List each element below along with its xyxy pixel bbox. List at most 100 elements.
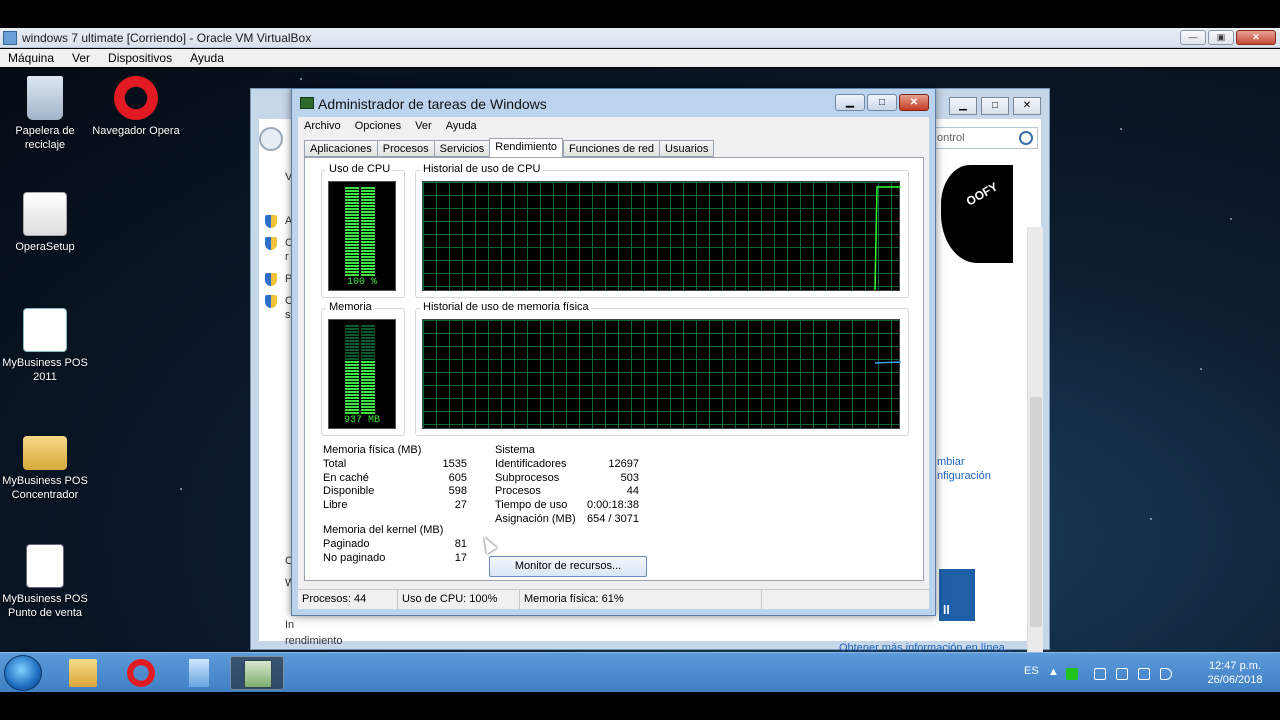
tm-close-button[interactable]: ✕ xyxy=(899,94,929,111)
vbox-minimize-button[interactable]: — xyxy=(1180,30,1206,45)
task-manager-window[interactable]: Administrador de tareas de Windows ▁ □ ✕… xyxy=(291,88,936,616)
meter-segment xyxy=(361,199,375,201)
meter-segment xyxy=(361,391,375,393)
vbox-menu-view[interactable]: Ver xyxy=(72,49,90,67)
back-icon[interactable] xyxy=(259,127,283,151)
bg-maximize-button[interactable]: □ xyxy=(981,97,1009,115)
tm-minimize-button[interactable]: ▁ xyxy=(835,94,865,111)
clock[interactable]: 12:47 p.m. 26/06/2018 xyxy=(1200,659,1270,687)
vbox-menu-devices[interactable]: Dispositivos xyxy=(108,49,172,67)
row-value: 503 xyxy=(620,471,639,484)
meter-segment xyxy=(361,202,375,204)
taskbar-opera[interactable] xyxy=(114,656,168,690)
flag-icon[interactable] xyxy=(1094,668,1106,680)
bg-link-change[interactable]: mbiar xyxy=(937,455,991,469)
language-indicator[interactable]: ES xyxy=(1024,665,1039,677)
tm-menu-file[interactable]: Archivo xyxy=(304,117,341,135)
table-row: En caché 605 xyxy=(323,472,467,486)
tab-processes[interactable]: Procesos xyxy=(376,140,434,157)
meter-segment xyxy=(345,262,359,264)
meter-segment xyxy=(345,193,359,195)
row-value: 17 xyxy=(454,551,467,564)
meter-segment xyxy=(345,253,359,255)
meter-segment xyxy=(361,250,375,252)
vbox-menu-machine[interactable]: Máquina xyxy=(8,49,54,67)
meter-segment xyxy=(345,403,359,405)
device-icon[interactable] xyxy=(1116,668,1128,680)
desktop-icon-opera-setup[interactable]: OperaSetup xyxy=(0,192,90,254)
tm-menu-help[interactable]: Ayuda xyxy=(446,117,477,135)
meter-segment xyxy=(345,397,359,399)
meter-segment xyxy=(345,274,359,276)
bg-more-info-link[interactable]: Obtener más información en línea... xyxy=(839,642,1014,652)
vbox-restore-button[interactable]: ▣ xyxy=(1208,30,1234,45)
bg-scroll-thumb[interactable] xyxy=(1030,397,1042,627)
desktop-icon-mybusiness-pos[interactable]: MyBusiness POS Punto de venta xyxy=(0,544,90,620)
meter-segment xyxy=(361,358,375,360)
tab-users[interactable]: Usuarios xyxy=(659,140,715,157)
meter-segment xyxy=(361,187,375,189)
meter-segment xyxy=(361,349,375,351)
taskbar-task-manager[interactable] xyxy=(230,656,284,690)
tm-menu-view[interactable]: Ver xyxy=(415,117,432,135)
status-cpu: Uso de CPU: 100% xyxy=(398,590,520,609)
row-value: 654 / 3071 xyxy=(587,512,639,525)
meter-segment xyxy=(345,217,359,219)
meter-segment xyxy=(345,355,359,357)
recycle-bin-icon xyxy=(27,76,63,120)
vbox-menu-help[interactable]: Ayuda xyxy=(190,49,224,67)
tab-applications[interactable]: Aplicaciones xyxy=(304,140,377,157)
tab-services[interactable]: Servicios xyxy=(433,140,490,157)
bg-search-input[interactable]: ontrol xyxy=(934,127,1038,149)
search-icon[interactable] xyxy=(1019,131,1033,145)
desktop-icon-mybusiness-concentrador[interactable]: MyBusiness POS Concentrador xyxy=(0,430,90,502)
resource-monitor-button[interactable]: Monitor de recursos... xyxy=(489,556,647,577)
bg-badge-image: ll xyxy=(939,569,975,621)
tray-expand-icon[interactable]: ▲ xyxy=(1048,666,1059,678)
memory-meter: 937 MB xyxy=(328,319,396,429)
volume-icon[interactable] xyxy=(1160,668,1172,680)
start-button[interactable] xyxy=(4,655,42,691)
network-icon[interactable] xyxy=(1138,668,1150,680)
desktop-icon-opera[interactable]: Navegador Opera xyxy=(91,76,181,138)
bg-scrollbar[interactable] xyxy=(1027,227,1043,652)
task-manager-titlebar[interactable]: Administrador de tareas de Windows ▁ □ ✕ xyxy=(292,89,935,117)
meter-segment xyxy=(345,373,359,375)
meter-segment xyxy=(345,370,359,372)
meter-segment xyxy=(345,325,359,327)
vbox-close-button[interactable]: ✕ xyxy=(1236,30,1276,45)
virtualbox-window-controls: — ▣ ✕ xyxy=(1180,30,1276,45)
clock-time: 12:47 p.m. xyxy=(1209,660,1261,672)
tm-statusbar: Procesos: 44 Uso de CPU: 100% Memoria fí… xyxy=(298,589,929,609)
meter-segment xyxy=(345,232,359,234)
meter-segment xyxy=(361,388,375,390)
meter-segment xyxy=(361,244,375,246)
virtualbox-titlebar: windows 7 ultimate [Corriendo] - Oracle … xyxy=(0,28,1280,48)
bg-link-config[interactable]: nfiguración xyxy=(937,469,991,483)
tm-menu-options[interactable]: Opciones xyxy=(355,117,401,135)
control-panel-icon xyxy=(189,659,209,687)
desktop-icon-mybusiness[interactable]: MyBusiness POS 2011 xyxy=(0,308,90,384)
meter-segment xyxy=(361,406,375,408)
meter-segment xyxy=(345,247,359,249)
poster-graphic: OOFY xyxy=(941,165,1013,263)
meter-segment xyxy=(345,256,359,258)
taskbar-explorer[interactable] xyxy=(56,656,110,690)
tab-performance[interactable]: Rendimiento xyxy=(489,138,564,157)
meter-segment xyxy=(361,229,375,231)
meter-segment xyxy=(361,403,375,405)
cpu-usage-value: 100 % xyxy=(346,277,377,288)
meter-segment xyxy=(361,382,375,384)
system-table: Identificadores 12697 Subprocesos 503 Proc… xyxy=(495,458,639,526)
tab-networking[interactable]: Funciones de red xyxy=(563,140,660,157)
desktop-icon-recycle-bin[interactable]: Papelera de reciclaje xyxy=(0,76,90,152)
bg-minimize-button[interactable]: ▁ xyxy=(949,97,977,115)
bg-search-text: ontrol xyxy=(937,132,965,144)
meter-segment xyxy=(345,364,359,366)
tm-maximize-button[interactable]: □ xyxy=(867,94,897,111)
virtualbox-app-icon xyxy=(3,31,17,45)
network-status-icon[interactable] xyxy=(1066,668,1078,680)
row-value: 598 xyxy=(448,485,467,498)
bg-close-button[interactable]: ✕ xyxy=(1013,97,1041,115)
taskbar-control-panel[interactable] xyxy=(172,656,226,690)
